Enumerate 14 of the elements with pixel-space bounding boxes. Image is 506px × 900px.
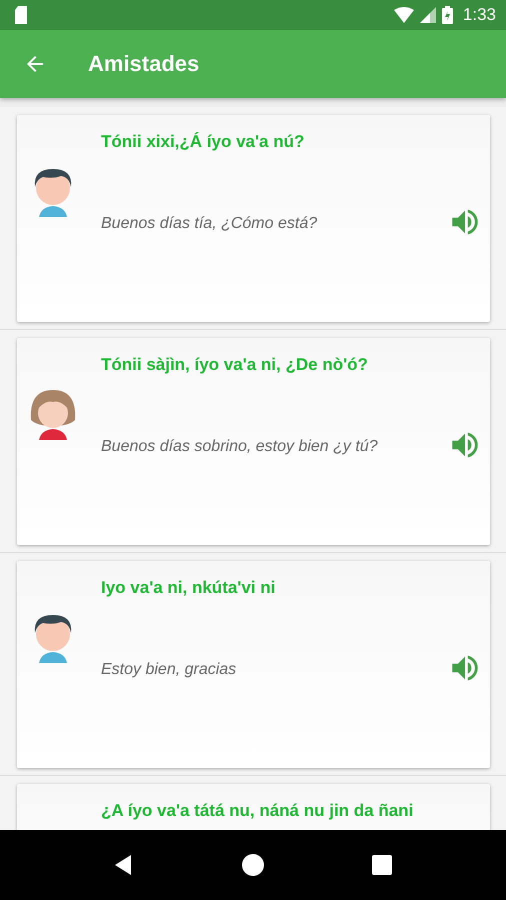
home-nav-button[interactable] (240, 852, 266, 878)
translation-text: Buenos días sobrino, estoy bien ¿y tú? (101, 438, 379, 456)
sd-card-icon (14, 6, 28, 24)
phrase-text: Iyo va'a ni, nkúta'vi ni (101, 577, 276, 599)
screen-title: Amistades (88, 51, 200, 77)
phrase-text: Tónii sàjìn, íyo va'a ni, ¿De nò'ó? (101, 354, 369, 376)
wifi-icon (394, 7, 414, 23)
phrase-text: ¿A íyo va'a tátá nu, náná nu jin da ñani (101, 800, 414, 822)
phrase-text: Tónii xixi,¿Á íyo va'a nú? (101, 131, 306, 153)
translation-text: Estoy bien, gracias (101, 661, 238, 679)
battery-icon (442, 6, 453, 24)
translation-text: Buenos días tía, ¿Cómo está? (101, 215, 318, 233)
signal-icon (420, 7, 436, 23)
status-time: 1:33 (462, 5, 496, 25)
